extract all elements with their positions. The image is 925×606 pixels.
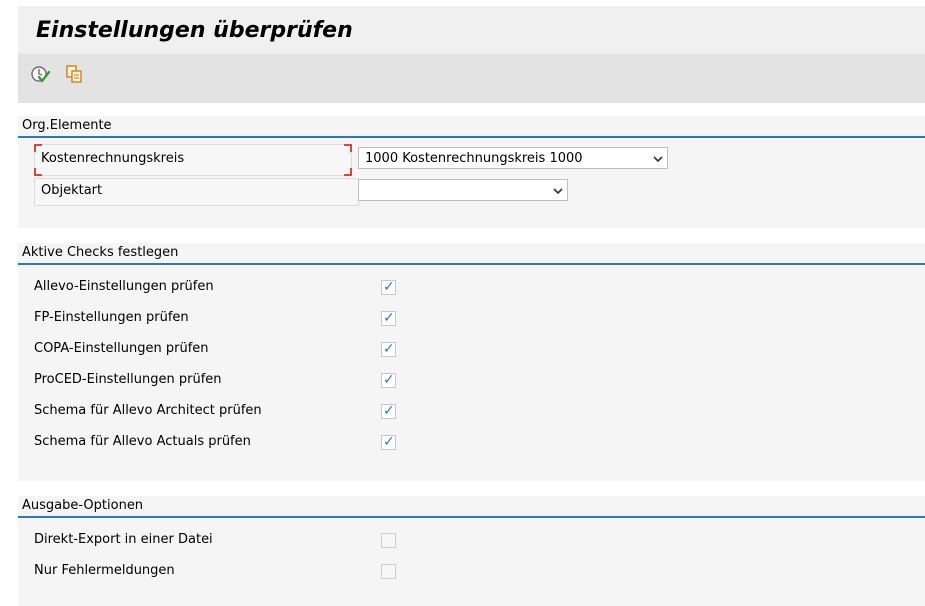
copy-variant-icon[interactable] — [64, 64, 84, 84]
chevron-down-icon — [653, 153, 663, 163]
check-label-schema-architect: Schema für Allevo Architect prüfen — [34, 403, 262, 418]
checkbox-copa[interactable]: ✓ — [381, 341, 396, 357]
check-label-copa: COPA-Einstellungen prüfen — [34, 341, 209, 356]
section-active-checks: Aktive Checks festlegen Allevo-Einstellu… — [18, 243, 925, 481]
checkbox-schema-architect[interactable]: ✓ — [381, 403, 396, 419]
checkmark-icon: ✓ — [383, 372, 395, 388]
section-output-options: Ausgabe-Optionen Direkt-Export in einer … — [18, 496, 925, 606]
check-label-schema-actuals: Schema für Allevo Actuals prüfen — [34, 434, 251, 449]
section-title: Aktive Checks festlegen — [22, 245, 179, 260]
check-label-allevo: Allevo-Einstellungen prüfen — [34, 279, 214, 294]
page-title: Einstellungen überprüfen — [36, 18, 353, 43]
checkmark-icon: ✓ — [383, 341, 395, 357]
field-label-kostenrechnungskreis: Kostenrechnungskreis — [41, 151, 185, 166]
checkmark-icon: ✓ — [383, 279, 395, 295]
section-title: Org.Elemente — [22, 118, 112, 133]
check-label-proced: ProCED-Einstellungen prüfen — [34, 372, 222, 387]
check-label-fp: FP-Einstellungen prüfen — [34, 310, 189, 325]
checkbox-direct-export[interactable] — [381, 533, 396, 548]
option-label-errors-only: Nur Fehlermeldungen — [34, 563, 175, 578]
field-label-objektart: Objektart — [41, 183, 103, 198]
execute-check-icon[interactable] — [30, 64, 51, 84]
kostenrechnungskreis-select[interactable]: 1000 Kostenrechnungskreis 1000 — [358, 147, 668, 169]
title-bar: Einstellungen überprüfen — [18, 6, 925, 55]
field-label-box: Objektart — [34, 178, 359, 206]
checkbox-allevo[interactable]: ✓ — [381, 279, 396, 295]
required-marker — [344, 168, 352, 176]
section-header: Aktive Checks festlegen — [18, 243, 925, 265]
toolbar — [18, 55, 925, 103]
section-title: Ausgabe-Optionen — [22, 498, 144, 513]
field-label-box: Kostenrechnungskreis — [34, 144, 352, 176]
section-org-elements: Org.Elemente Kostenrechnungskreis 1000 K… — [18, 116, 925, 228]
checkbox-fp[interactable]: ✓ — [381, 310, 396, 326]
checkbox-schema-actuals[interactable]: ✓ — [381, 434, 396, 450]
checkbox-errors-only[interactable] — [381, 564, 396, 579]
required-marker — [34, 168, 42, 176]
required-marker — [344, 144, 352, 152]
checkmark-icon: ✓ — [383, 310, 395, 326]
select-value: 1000 Kostenrechnungskreis 1000 — [365, 151, 583, 166]
section-header: Org.Elemente — [18, 116, 925, 138]
objektart-select[interactable] — [358, 179, 568, 201]
section-header: Ausgabe-Optionen — [18, 496, 925, 518]
checkmark-icon: ✓ — [383, 403, 395, 419]
checkmark-icon: ✓ — [383, 434, 395, 450]
chevron-down-icon — [553, 185, 563, 195]
option-label-direct-export: Direkt-Export in einer Datei — [34, 532, 213, 547]
spacer — [18, 103, 925, 116]
checkbox-proced[interactable]: ✓ — [381, 372, 396, 388]
